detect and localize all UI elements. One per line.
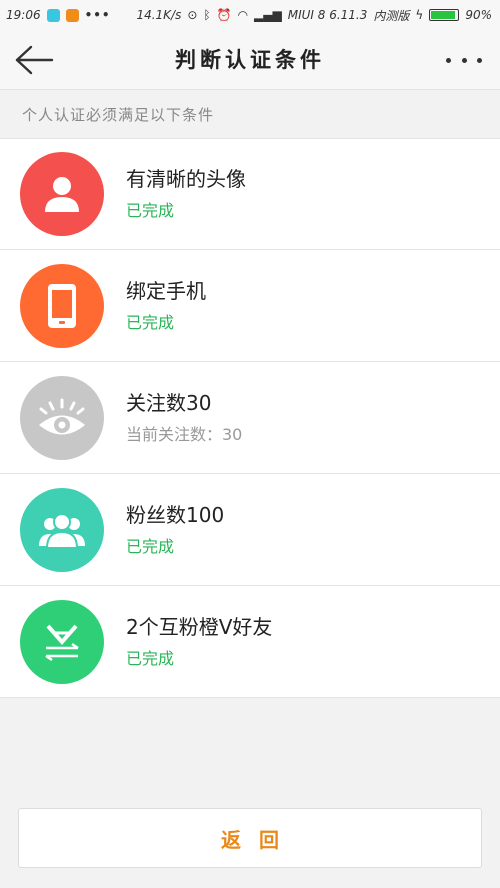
fans-icon (20, 487, 104, 572)
condition-item-follow[interactable]: 关注数30 当前关注数：30 (0, 362, 500, 474)
carrier-label: MIUI 8 6.11.3 (287, 8, 368, 22)
condition-title: 粉丝数100 (126, 502, 225, 527)
more-options-button[interactable] (446, 50, 482, 70)
wifi-icon: ◠ (237, 8, 249, 22)
return-button[interactable]: 返回 (18, 808, 482, 868)
more-dot-icon (461, 57, 467, 63)
status-bar-left: 19:06 ••• (6, 8, 111, 22)
condition-text: 2个互粉橙V好友 已完成 (126, 615, 272, 669)
signal-link-icon: ⊙ (187, 8, 198, 22)
condition-item-phone[interactable]: 绑定手机 已完成 (0, 250, 500, 362)
condition-status: 已完成 (126, 536, 175, 556)
section-header: 个人认证必须满足以下条件 (22, 106, 215, 124)
phone-icon (20, 263, 104, 348)
condition-status: 已完成 (126, 201, 175, 220)
condition-item-mutual-v[interactable]: 2个互粉橙V好友 已完成 (0, 586, 500, 698)
condition-status: 已完成 (126, 312, 175, 332)
condition-text: 有清晰的头像 已完成 (126, 167, 246, 221)
app-notification-icon (46, 8, 60, 22)
battery-icon (429, 9, 460, 21)
edition-label: 内测版 (373, 8, 410, 23)
header-bar: 判断认证条件 (0, 30, 500, 90)
more-dot-icon (446, 57, 451, 63)
status-bar-right: 14.1K/s ⊙ ᛒ ⏰ ◠ ▂▄▆ MIUI 8 6.11.3 内测版 ϟ … (136, 7, 492, 24)
condition-text: 粉丝数100 已完成 (126, 503, 224, 557)
condition-title: 关注数30 (126, 390, 212, 415)
more-notifications-icon: ••• (84, 8, 111, 22)
cell-signal-icon: ▂▄▆ (254, 8, 282, 22)
condition-item-avatar[interactable]: 有清晰的头像 已完成 (0, 138, 500, 250)
condition-title: 有清晰的头像 (126, 167, 246, 191)
condition-title: 2个互粉橙V好友 (126, 614, 273, 639)
battery-fill (431, 11, 455, 19)
status-bar: 19:06 ••• 14.1K/s ⊙ ᛒ ⏰ ◠ ▂▄▆ MIUI 8 6.1… (0, 0, 500, 30)
condition-title: 绑定手机 (126, 278, 206, 303)
page-title: 判断认证条件 (175, 47, 325, 72)
condition-text: 绑定手机 已完成 (126, 279, 206, 333)
eye-icon (20, 375, 104, 460)
mutual-v-icon (20, 599, 104, 684)
condition-item-fans[interactable]: 粉丝数100 已完成 (0, 474, 500, 586)
weibo-notification-icon (65, 8, 79, 22)
alarm-icon: ⏰ (216, 8, 232, 22)
status-time: 19:06 (6, 8, 41, 22)
bluetooth-icon: ᛒ (203, 8, 211, 22)
more-dot-icon (477, 57, 482, 63)
network-speed: 14.1K/s (136, 8, 182, 22)
condition-status: 当前关注数：30 (126, 424, 243, 444)
return-button-label: 返回 (221, 827, 297, 852)
charging-icon: ϟ (415, 8, 424, 22)
condition-list: 有清晰的头像 已完成 绑定手机 已完成 关注数30 当前关注数：30 粉丝数10… (0, 138, 500, 698)
condition-text: 关注数30 当前关注数：30 (126, 391, 242, 445)
condition-status: 已完成 (126, 648, 175, 668)
avatar-icon (20, 152, 104, 236)
battery-percent: 90% (465, 8, 492, 22)
